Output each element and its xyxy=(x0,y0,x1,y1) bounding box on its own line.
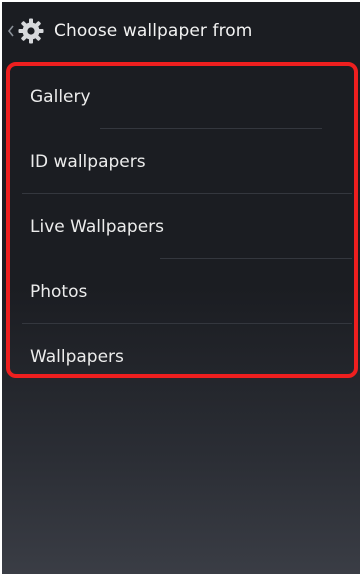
list-item-label: Live Wallpapers xyxy=(30,216,165,237)
wallpaper-chooser-dialog: Choose wallpaper from Gallery ID wallpap… xyxy=(2,2,360,574)
list-item-wallpapers[interactable]: Wallpapers xyxy=(10,324,352,389)
chevron-left-icon[interactable] xyxy=(7,25,14,37)
list-item-live-wallpapers[interactable]: Live Wallpapers xyxy=(10,194,352,259)
settings-gear-icon[interactable] xyxy=(16,16,46,46)
list-item-label: Photos xyxy=(30,281,88,302)
action-bar[interactable]: Choose wallpaper from xyxy=(2,2,360,60)
list-item-gallery[interactable]: Gallery xyxy=(10,64,352,129)
list-item-label: Wallpapers xyxy=(30,346,124,367)
list-item-label: Gallery xyxy=(30,86,91,107)
dialog-title: Choose wallpaper from xyxy=(54,21,253,41)
list-item-photos[interactable]: Photos xyxy=(10,259,352,324)
list-item-id-wallpapers[interactable]: ID wallpapers xyxy=(10,129,352,194)
wallpaper-source-list: Gallery ID wallpapers Live Wallpapers Ph… xyxy=(6,62,360,380)
list-item-label: ID wallpapers xyxy=(30,151,146,172)
